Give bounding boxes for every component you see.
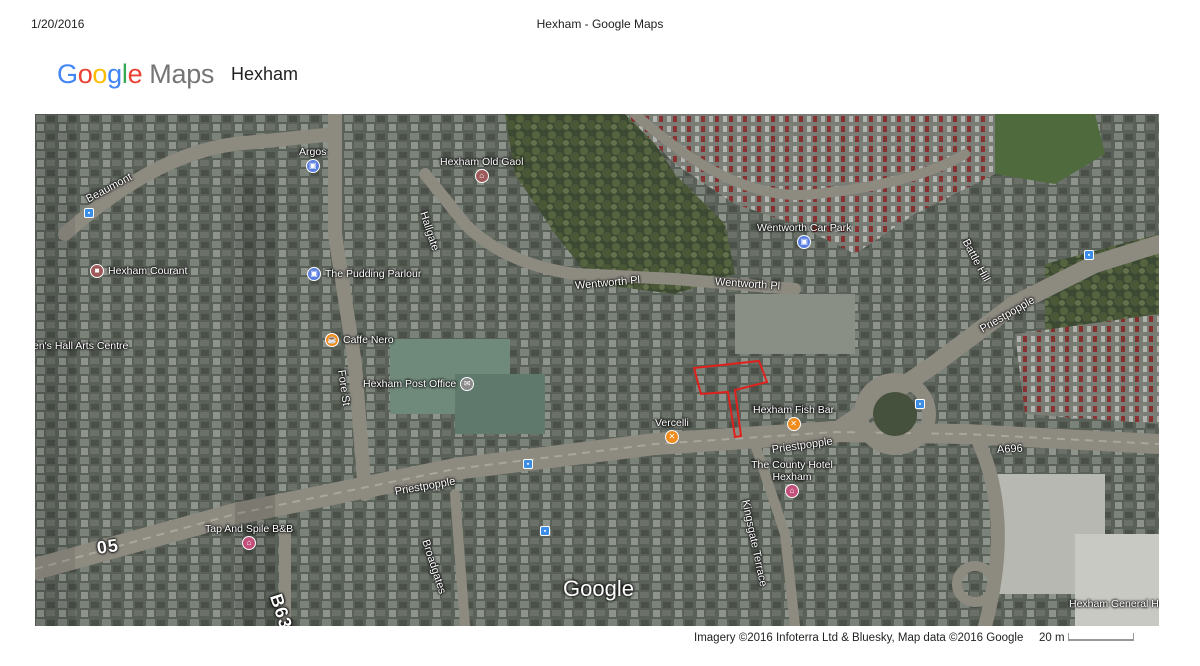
google-watermark: Google (563, 576, 634, 601)
poi-label: Tap And Spile B&B (205, 523, 294, 535)
google-wordmark: Google Maps (57, 59, 215, 89)
bus-stop-icon[interactable]: ▪ (1084, 250, 1094, 260)
poi-label: Hexham Courant (108, 265, 188, 277)
scale-label: 20 m (1039, 632, 1065, 644)
poi-label: The Pudding Parlour (325, 268, 422, 280)
poi-the-pudding-parlour[interactable]: ▣ The Pudding Parlour (307, 267, 421, 281)
scale-bar (1068, 633, 1134, 641)
hotel-icon: ⌂ (785, 484, 799, 498)
maps-wordmark: Maps (149, 59, 215, 89)
bus-stop-icon[interactable]: ▪ (523, 459, 533, 469)
satellite-imagery (35, 114, 1159, 626)
poi-label: Hexham Post Office (363, 378, 457, 390)
bus-stop-icon[interactable]: ▪ (84, 208, 94, 218)
shopping-bag-icon: ▣ (797, 235, 812, 249)
hotel-icon: ⌂ (242, 536, 257, 550)
bus-stop-icon[interactable]: ▪ (915, 399, 925, 409)
shopping-bag-icon: ▣ (305, 159, 320, 173)
poi-arts-centre[interactable]: en's Hall Arts Centre (35, 340, 128, 352)
place-title: Hexham (231, 64, 299, 84)
poi-hexham-fish-bar[interactable]: Hexham Fish Bar ✕ (753, 404, 834, 431)
poi-label: Argos (299, 146, 327, 158)
landmark-icon: ■ (90, 264, 104, 278)
poi-hexham-old-gaol[interactable]: Hexham Old Gaol ⌂ (440, 156, 523, 183)
poi-the-county-hotel-hexham[interactable]: The County Hotel Hexham ⌂ (747, 459, 837, 498)
poi-wentworth-car-park[interactable]: Wentworth Car Park ▣ (757, 222, 851, 249)
poi-caffe-nero[interactable]: ☕ Caffe Nero (325, 333, 394, 347)
poi-label: Caffe Nero (343, 334, 394, 346)
road-label-a696: A696 (996, 442, 1023, 456)
restaurant-icon: ✕ (664, 430, 679, 444)
poi-hexham-general-hospital[interactable]: Hexham General Hos (1069, 598, 1159, 610)
poi-vercelli[interactable]: Vercelli ✕ (655, 417, 689, 444)
poi-label: en's Hall Arts Centre (35, 340, 129, 352)
poi-label: Wentworth Car Park (757, 222, 852, 234)
poi-label: Hexham General Hos (1069, 598, 1159, 610)
shopping-bag-icon: ▣ (307, 267, 321, 281)
poi-argos[interactable]: Argos ▣ (299, 146, 326, 173)
cafe-icon: ☕ (325, 333, 339, 347)
museum-icon: ⌂ (474, 169, 489, 183)
poi-tap-and-spile[interactable]: Tap And Spile B&B ⌂ (205, 523, 293, 550)
poi-label: Hexham Old Gaol (440, 156, 524, 168)
poi-hexham-post-office[interactable]: Hexham Post Office ✉ (363, 377, 475, 391)
restaurant-icon: ✕ (786, 417, 801, 431)
post-office-icon: ✉ (460, 377, 475, 391)
poi-label: Hexham Fish Bar (753, 404, 835, 416)
poi-label: The County Hotel Hexham (751, 459, 833, 483)
poi-label: Vercelli (655, 417, 689, 429)
road-label-05: 05 (95, 535, 121, 558)
bus-stop-icon[interactable]: ▪ (540, 526, 550, 536)
google-maps-logo[interactable]: Google Maps (57, 59, 214, 95)
print-title: Hexham - Google Maps (536, 17, 664, 31)
printed-map-page: 1/20/2016 Hexham - Google Maps Google Map… (0, 0, 1200, 666)
satellite-map[interactable]: Beaumont Hallgate Wentworth Pl Wentworth… (35, 114, 1159, 626)
map-attribution: Imagery ©2016 Infoterra Ltd & Bluesky, M… (694, 632, 1024, 644)
poi-hexham-courant[interactable]: ■ Hexham Courant (90, 264, 187, 278)
